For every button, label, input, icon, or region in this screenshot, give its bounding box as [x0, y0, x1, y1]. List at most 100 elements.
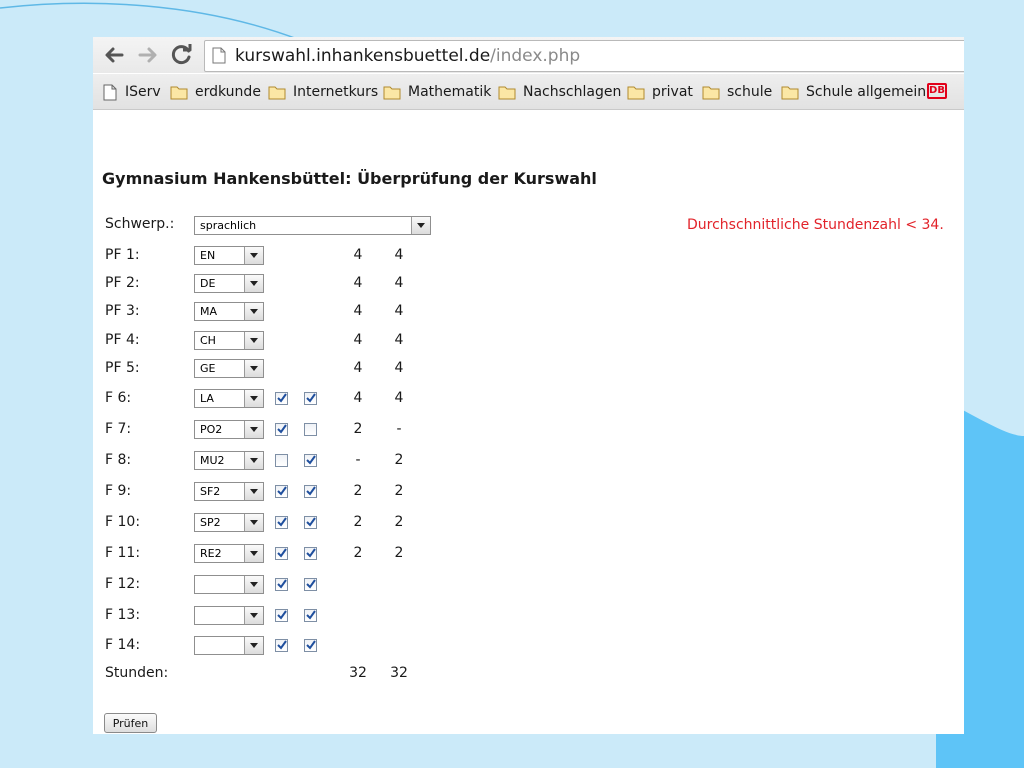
course-select-f-12[interactable]	[194, 575, 264, 594]
semester-1-checkbox-f-10[interactable]	[275, 516, 288, 529]
hours-1-f-6: 4	[353, 390, 363, 406]
total-hours-2: 32	[390, 665, 408, 681]
checkmark-icon	[277, 579, 287, 589]
select-value: EN	[200, 249, 216, 262]
semester-2-checkbox-f-8[interactable]	[304, 454, 317, 467]
bookmark-label: schule	[727, 84, 773, 100]
chevron-down-icon	[244, 483, 263, 500]
bookmarks-bar: IServ erdkunde Internetkurs Mathematik N…	[93, 74, 964, 110]
course-select-f-14[interactable]	[194, 636, 264, 655]
checkmark-icon	[277, 610, 287, 620]
schwerpunkt-select[interactable]: sprachlich	[194, 216, 431, 235]
semester-1-checkbox-f-14[interactable]	[275, 639, 288, 652]
chevron-down-icon	[244, 360, 263, 377]
chevron-down-icon	[244, 421, 263, 438]
hours-1-pf-5: 4	[353, 360, 363, 376]
course-select-pf-2[interactable]: DE	[194, 274, 264, 293]
hours-1-f-7: 2	[353, 421, 363, 437]
row-label-pf-1: PF 1:	[105, 247, 140, 263]
row-label-f-12: F 12:	[105, 576, 141, 592]
url-text: kurswahl.inhankensbuettel.de/index.php	[235, 41, 580, 71]
schwerp-label: Schwerp.:	[105, 216, 175, 232]
checkmark-icon	[277, 486, 287, 496]
checkmark-icon	[277, 393, 287, 403]
select-value: RE2	[200, 547, 222, 560]
chevron-down-icon	[244, 303, 263, 320]
checkmark-icon	[306, 455, 316, 465]
select-value: SP2	[200, 516, 221, 529]
chevron-down-icon	[244, 332, 263, 349]
address-bar[interactable]: kurswahl.inhankensbuettel.de/index.php	[204, 40, 964, 72]
bookmark-label: Nachschlagen	[523, 84, 622, 100]
chevron-down-icon	[244, 545, 263, 562]
semester-2-checkbox-f-11[interactable]	[304, 547, 317, 560]
back-arrow-icon[interactable]	[101, 42, 127, 68]
semester-2-checkbox-f-12[interactable]	[304, 578, 317, 591]
semester-2-checkbox-f-13[interactable]	[304, 609, 317, 622]
hours-1-pf-3: 4	[353, 303, 363, 319]
bookmark-db-logo[interactable]: DB	[927, 83, 947, 99]
chevron-down-icon	[244, 576, 263, 593]
checkmark-icon	[277, 548, 287, 558]
semester-2-checkbox-f-10[interactable]	[304, 516, 317, 529]
select-value: CH	[200, 334, 216, 347]
chevron-down-icon	[244, 514, 263, 531]
select-value: LA	[200, 392, 214, 405]
hours-1-f-8: -	[355, 452, 361, 468]
folder-icon	[383, 86, 401, 100]
hours-2-f-6: 4	[394, 390, 404, 406]
total-label: Stunden:	[105, 665, 169, 681]
semester-1-checkbox-f-13[interactable]	[275, 609, 288, 622]
course-select-f-13[interactable]	[194, 606, 264, 625]
checkmark-icon	[277, 640, 287, 650]
page-icon	[212, 47, 226, 64]
hours-2-f-11: 2	[394, 545, 404, 561]
course-select-pf-4[interactable]: CH	[194, 331, 264, 350]
row-label-pf-3: PF 3:	[105, 303, 140, 319]
semester-1-checkbox-f-8[interactable]	[275, 454, 288, 467]
bookmark-label: Mathematik	[408, 84, 492, 100]
semester-1-checkbox-f-7[interactable]	[275, 423, 288, 436]
hours-2-pf-2: 4	[394, 275, 404, 291]
semester-1-checkbox-f-9[interactable]	[275, 485, 288, 498]
course-select-f-11[interactable]: RE2	[194, 544, 264, 563]
hours-2-pf-1: 4	[394, 247, 404, 263]
course-select-pf-3[interactable]: MA	[194, 302, 264, 321]
semester-1-checkbox-f-12[interactable]	[275, 578, 288, 591]
browser-window: kurswahl.inhankensbuettel.de/index.php I…	[93, 37, 964, 734]
page-title: Gymnasium Hankensbüttel: Überprüfung der…	[102, 169, 597, 188]
course-select-pf-1[interactable]: EN	[194, 246, 264, 265]
forward-arrow-icon[interactable]	[135, 42, 161, 68]
hours-2-pf-3: 4	[394, 303, 404, 319]
semester-2-checkbox-f-14[interactable]	[304, 639, 317, 652]
hours-2-f-7: -	[396, 421, 402, 437]
row-label-f-14: F 14:	[105, 637, 141, 653]
course-select-f-10[interactable]: SP2	[194, 513, 264, 532]
hours-2-pf-4: 4	[394, 332, 404, 348]
semester-1-checkbox-f-11[interactable]	[275, 547, 288, 560]
semester-2-checkbox-f-9[interactable]	[304, 485, 317, 498]
course-select-pf-5[interactable]: GE	[194, 359, 264, 378]
course-select-f-8[interactable]: MU2	[194, 451, 264, 470]
hours-2-f-10: 2	[394, 514, 404, 530]
semester-2-checkbox-f-7[interactable]	[304, 423, 317, 436]
bookmark-label: Internetkurs	[293, 84, 379, 100]
pruefen-button[interactable]: Prüfen	[104, 713, 157, 733]
bookmark-label: erdkunde	[195, 84, 261, 100]
row-label-f-9: F 9:	[105, 483, 132, 499]
bookmark-label: privat	[652, 84, 693, 100]
course-select-f-9[interactable]: SF2	[194, 482, 264, 501]
chevron-down-icon	[411, 217, 430, 234]
decorative-curve	[0, 2, 301, 41]
semester-2-checkbox-f-6[interactable]	[304, 392, 317, 405]
checkmark-icon	[277, 424, 287, 434]
select-value: SF2	[200, 485, 221, 498]
chevron-down-icon	[244, 637, 263, 654]
folder-icon	[170, 86, 188, 100]
semester-1-checkbox-f-6[interactable]	[275, 392, 288, 405]
checkmark-icon	[306, 579, 316, 589]
course-select-f-7[interactable]: PO2	[194, 420, 264, 439]
checkmark-icon	[306, 517, 316, 527]
course-select-f-6[interactable]: LA	[194, 389, 264, 408]
reload-icon[interactable]	[169, 42, 195, 68]
